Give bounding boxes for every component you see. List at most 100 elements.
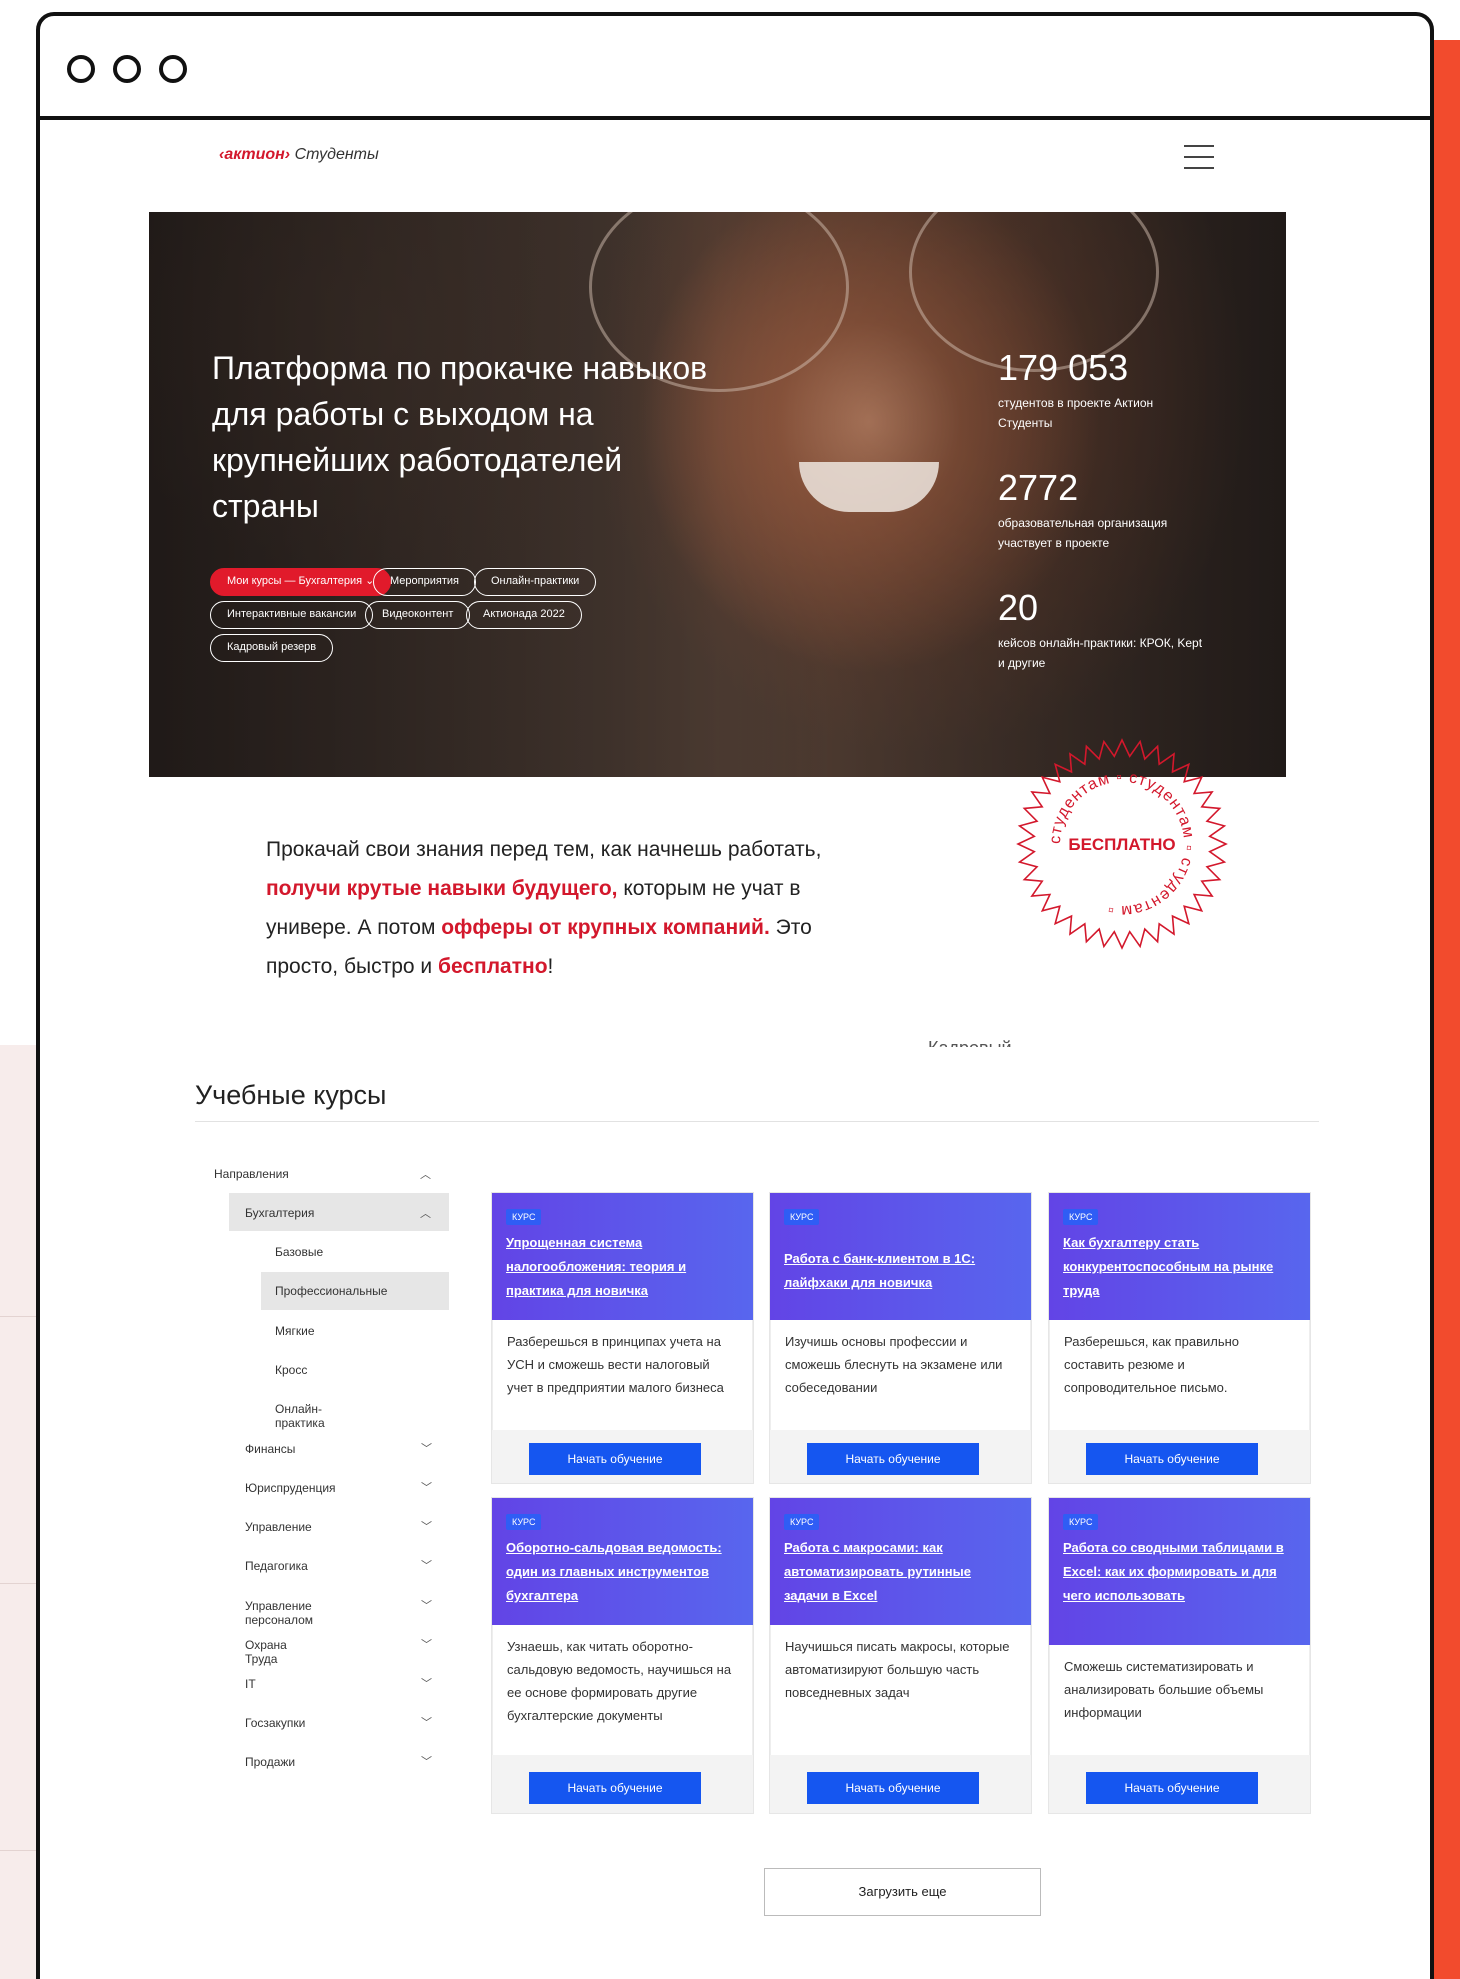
pill-talent-pool[interactable]: Кадровый резерв	[210, 634, 334, 662]
course-card: КУРС Как бухгалтеру стать конкурентоспос…	[1048, 1192, 1311, 1484]
strip-divider	[0, 1316, 40, 1317]
stat-number: 20	[998, 587, 1039, 628]
sidebar-sub-cross[interactable]: Кросс	[275, 1363, 307, 1377]
stamp-center-text: БЕСПЛАТНО	[1068, 835, 1175, 854]
chevron-down-icon[interactable]: ﹀	[421, 1753, 432, 1769]
course-title-link[interactable]: Работа со сводными таблицами в Excel: ка…	[1063, 1536, 1296, 1608]
clipped-label: Кадровый	[928, 1035, 1012, 1047]
chevron-up-icon[interactable]: ︿	[420, 1205, 431, 1221]
sidebar-sub-soft[interactable]: Мягкие	[275, 1324, 315, 1338]
course-description: Узнаешь, как читать оборотно-сальдовую в…	[492, 1625, 753, 1755]
chevron-down-icon[interactable]: ﹀	[421, 1636, 432, 1652]
chevron-down-icon[interactable]: ﹀	[421, 1479, 432, 1495]
course-badge: КУРС	[1063, 1514, 1099, 1530]
window-control-dot[interactable]	[113, 55, 141, 83]
sidebar-sub-professional[interactable]: Профессиональные	[275, 1284, 387, 1298]
start-course-button[interactable]: Начать обучение	[529, 1772, 701, 1804]
chevron-down-icon[interactable]: ﹀	[421, 1597, 432, 1613]
section-divider	[195, 1121, 1319, 1122]
course-card-header: КУРС Работа с макросами: как автоматизир…	[770, 1498, 1031, 1625]
load-more-button[interactable]: Загрузить еще	[764, 1868, 1041, 1916]
logo-brand: ‹актион›	[219, 146, 291, 163]
free-stamp-icon: студентам ▫ студентам ▫ студентам ▫ БЕСП…	[1016, 738, 1228, 950]
hero-title: Платформа по прокачке навыков для работы…	[212, 350, 708, 524]
sidebar-group-accounting[interactable]: Бухгалтерия	[245, 1206, 314, 1220]
sidebar-group-labor-safety[interactable]: Охрана Труда	[245, 1638, 287, 1666]
pill-video-content[interactable]: Видеоконтент	[365, 601, 471, 629]
stat-cases: 20 кейсов онлайн-практики: КРОК, Kept и …	[998, 587, 1208, 673]
course-description: Сможешь систематизировать и анализироват…	[1049, 1645, 1310, 1755]
chevron-down-icon[interactable]: ﹀	[421, 1675, 432, 1691]
start-course-button[interactable]: Начать обучение	[529, 1443, 701, 1475]
course-card-header: КУРС Оборотно-сальдовая ведомость: один …	[492, 1498, 753, 1625]
course-title-link[interactable]: Работа с банк-клиентом в 1С: лайфхаки дл…	[784, 1247, 1017, 1295]
course-card: КУРС Работа с макросами: как автоматизир…	[769, 1497, 1032, 1814]
red-background-strip	[1431, 40, 1460, 1979]
course-badge: КУРС	[784, 1209, 820, 1225]
sidebar-group-procurement[interactable]: Госзакупки	[245, 1716, 305, 1730]
window-control-dot[interactable]	[67, 55, 95, 83]
intro-highlight: бесплатно	[437, 955, 548, 978]
stat-organizations: 2772 образовательная организация участву…	[998, 467, 1208, 553]
strip-divider	[0, 1583, 40, 1584]
chevron-down-icon[interactable]: ﹀	[421, 1518, 432, 1534]
start-course-button[interactable]: Начать обучение	[1086, 1772, 1258, 1804]
course-title-link[interactable]: Оборотно-сальдовая ведомость: один из гл…	[506, 1536, 739, 1608]
start-course-button[interactable]: Начать обучение	[807, 1772, 979, 1804]
course-card-header: КУРС Работа с банк-клиентом в 1С: лайфха…	[770, 1193, 1031, 1320]
intro-text: Прокачай свои знания перед тем, как начн…	[266, 830, 866, 986]
sidebar-group-it[interactable]: IT	[245, 1677, 256, 1691]
intro-part: !	[547, 955, 554, 978]
stat-label: образовательная организация участвует в …	[998, 516, 1168, 550]
sidebar-root[interactable]: Направления	[214, 1167, 289, 1181]
stat-number: 2772	[998, 467, 1079, 508]
course-description: Изучишь основы профессии и сможешь блесн…	[770, 1320, 1031, 1430]
start-course-button[interactable]: Начать обучение	[807, 1443, 979, 1475]
course-card: КУРС Работа с банк-клиентом в 1С: лайфха…	[769, 1192, 1032, 1484]
course-description: Разберешься в принципах учета на УСН и с…	[492, 1320, 753, 1430]
courses-title: Учебные курсы	[195, 1080, 387, 1110]
burger-menu-icon[interactable]	[1184, 145, 1214, 171]
course-badge: КУРС	[784, 1514, 820, 1530]
chevron-down-icon[interactable]: ﹀	[421, 1714, 432, 1730]
course-card: КУРС Оборотно-сальдовая ведомость: один …	[491, 1497, 754, 1814]
sidebar-sub-basic[interactable]: Базовые	[275, 1245, 323, 1259]
sidebar-group-hr[interactable]: Управление персоналом	[245, 1599, 313, 1627]
course-description: Разберешься, как правильно составить рез…	[1049, 1320, 1310, 1430]
start-course-button[interactable]: Начать обучение	[1086, 1443, 1258, 1475]
sidebar-group-sales[interactable]: Продажи	[245, 1755, 295, 1769]
pill-online-practice[interactable]: Онлайн-практики	[474, 568, 597, 596]
course-badge: КУРС	[1063, 1209, 1099, 1225]
chevron-up-icon[interactable]: ︿	[420, 1166, 431, 1182]
pill-my-courses[interactable]: Мои курсы — Бухгалтерия ⌄	[210, 568, 392, 596]
course-title-link[interactable]: Упрощенная система налогообложения: теор…	[506, 1231, 739, 1303]
pill-interactive-vacancies[interactable]: Интерактивные вакансии	[210, 601, 374, 629]
sidebar-group-finance[interactable]: Финансы	[245, 1442, 295, 1456]
sidebar-group-law[interactable]: Юриспруденция	[245, 1481, 336, 1495]
pill-aktionada[interactable]: Актионада 2022	[466, 601, 582, 629]
pill-events[interactable]: Мероприятия	[373, 568, 476, 596]
chevron-down-icon[interactable]: ﹀	[421, 1557, 432, 1573]
intro-part: Прокачай свои знания перед тем, как начн…	[266, 838, 822, 861]
course-card-header: КУРС Работа со сводными таблицами в Exce…	[1049, 1498, 1310, 1645]
chevron-down-icon[interactable]: ﹀	[421, 1440, 432, 1456]
stat-students: 179 053 студентов в проекте Актион Студе…	[998, 347, 1208, 433]
course-title-link[interactable]: Как бухгалтеру стать конкурентоспособным…	[1063, 1231, 1296, 1303]
intro-highlight: получи крутые навыки будущего,	[266, 877, 618, 900]
logo-subtitle: Студенты	[294, 146, 379, 163]
site-logo[interactable]: ‹актион› Студенты	[219, 146, 379, 164]
hero-banner: Платформа по прокачке навыков для работы…	[149, 212, 1286, 777]
sidebar-group-pedagogy[interactable]: Педагогика	[245, 1559, 308, 1573]
course-card-header: КУРС Как бухгалтеру стать конкурентоспос…	[1049, 1193, 1310, 1320]
course-title-link[interactable]: Работа с макросами: как автоматизировать…	[784, 1536, 1017, 1608]
window-control-dot[interactable]	[159, 55, 187, 83]
course-badge: КУРС	[506, 1209, 542, 1225]
sidebar-sub-online-practice[interactable]: Онлайн-практика	[275, 1402, 325, 1430]
sidebar-group-management[interactable]: Управление	[245, 1520, 312, 1534]
window-titlebar	[40, 16, 1430, 120]
stat-label: студентов в проекте Актион Студенты	[998, 396, 1154, 430]
strip-divider	[0, 1850, 40, 1851]
stat-label: кейсов онлайн-практики: КРОК, Kept и дру…	[998, 636, 1203, 670]
course-card: КУРС Работа со сводными таблицами в Exce…	[1048, 1497, 1311, 1814]
left-background-strip	[0, 1045, 40, 1979]
